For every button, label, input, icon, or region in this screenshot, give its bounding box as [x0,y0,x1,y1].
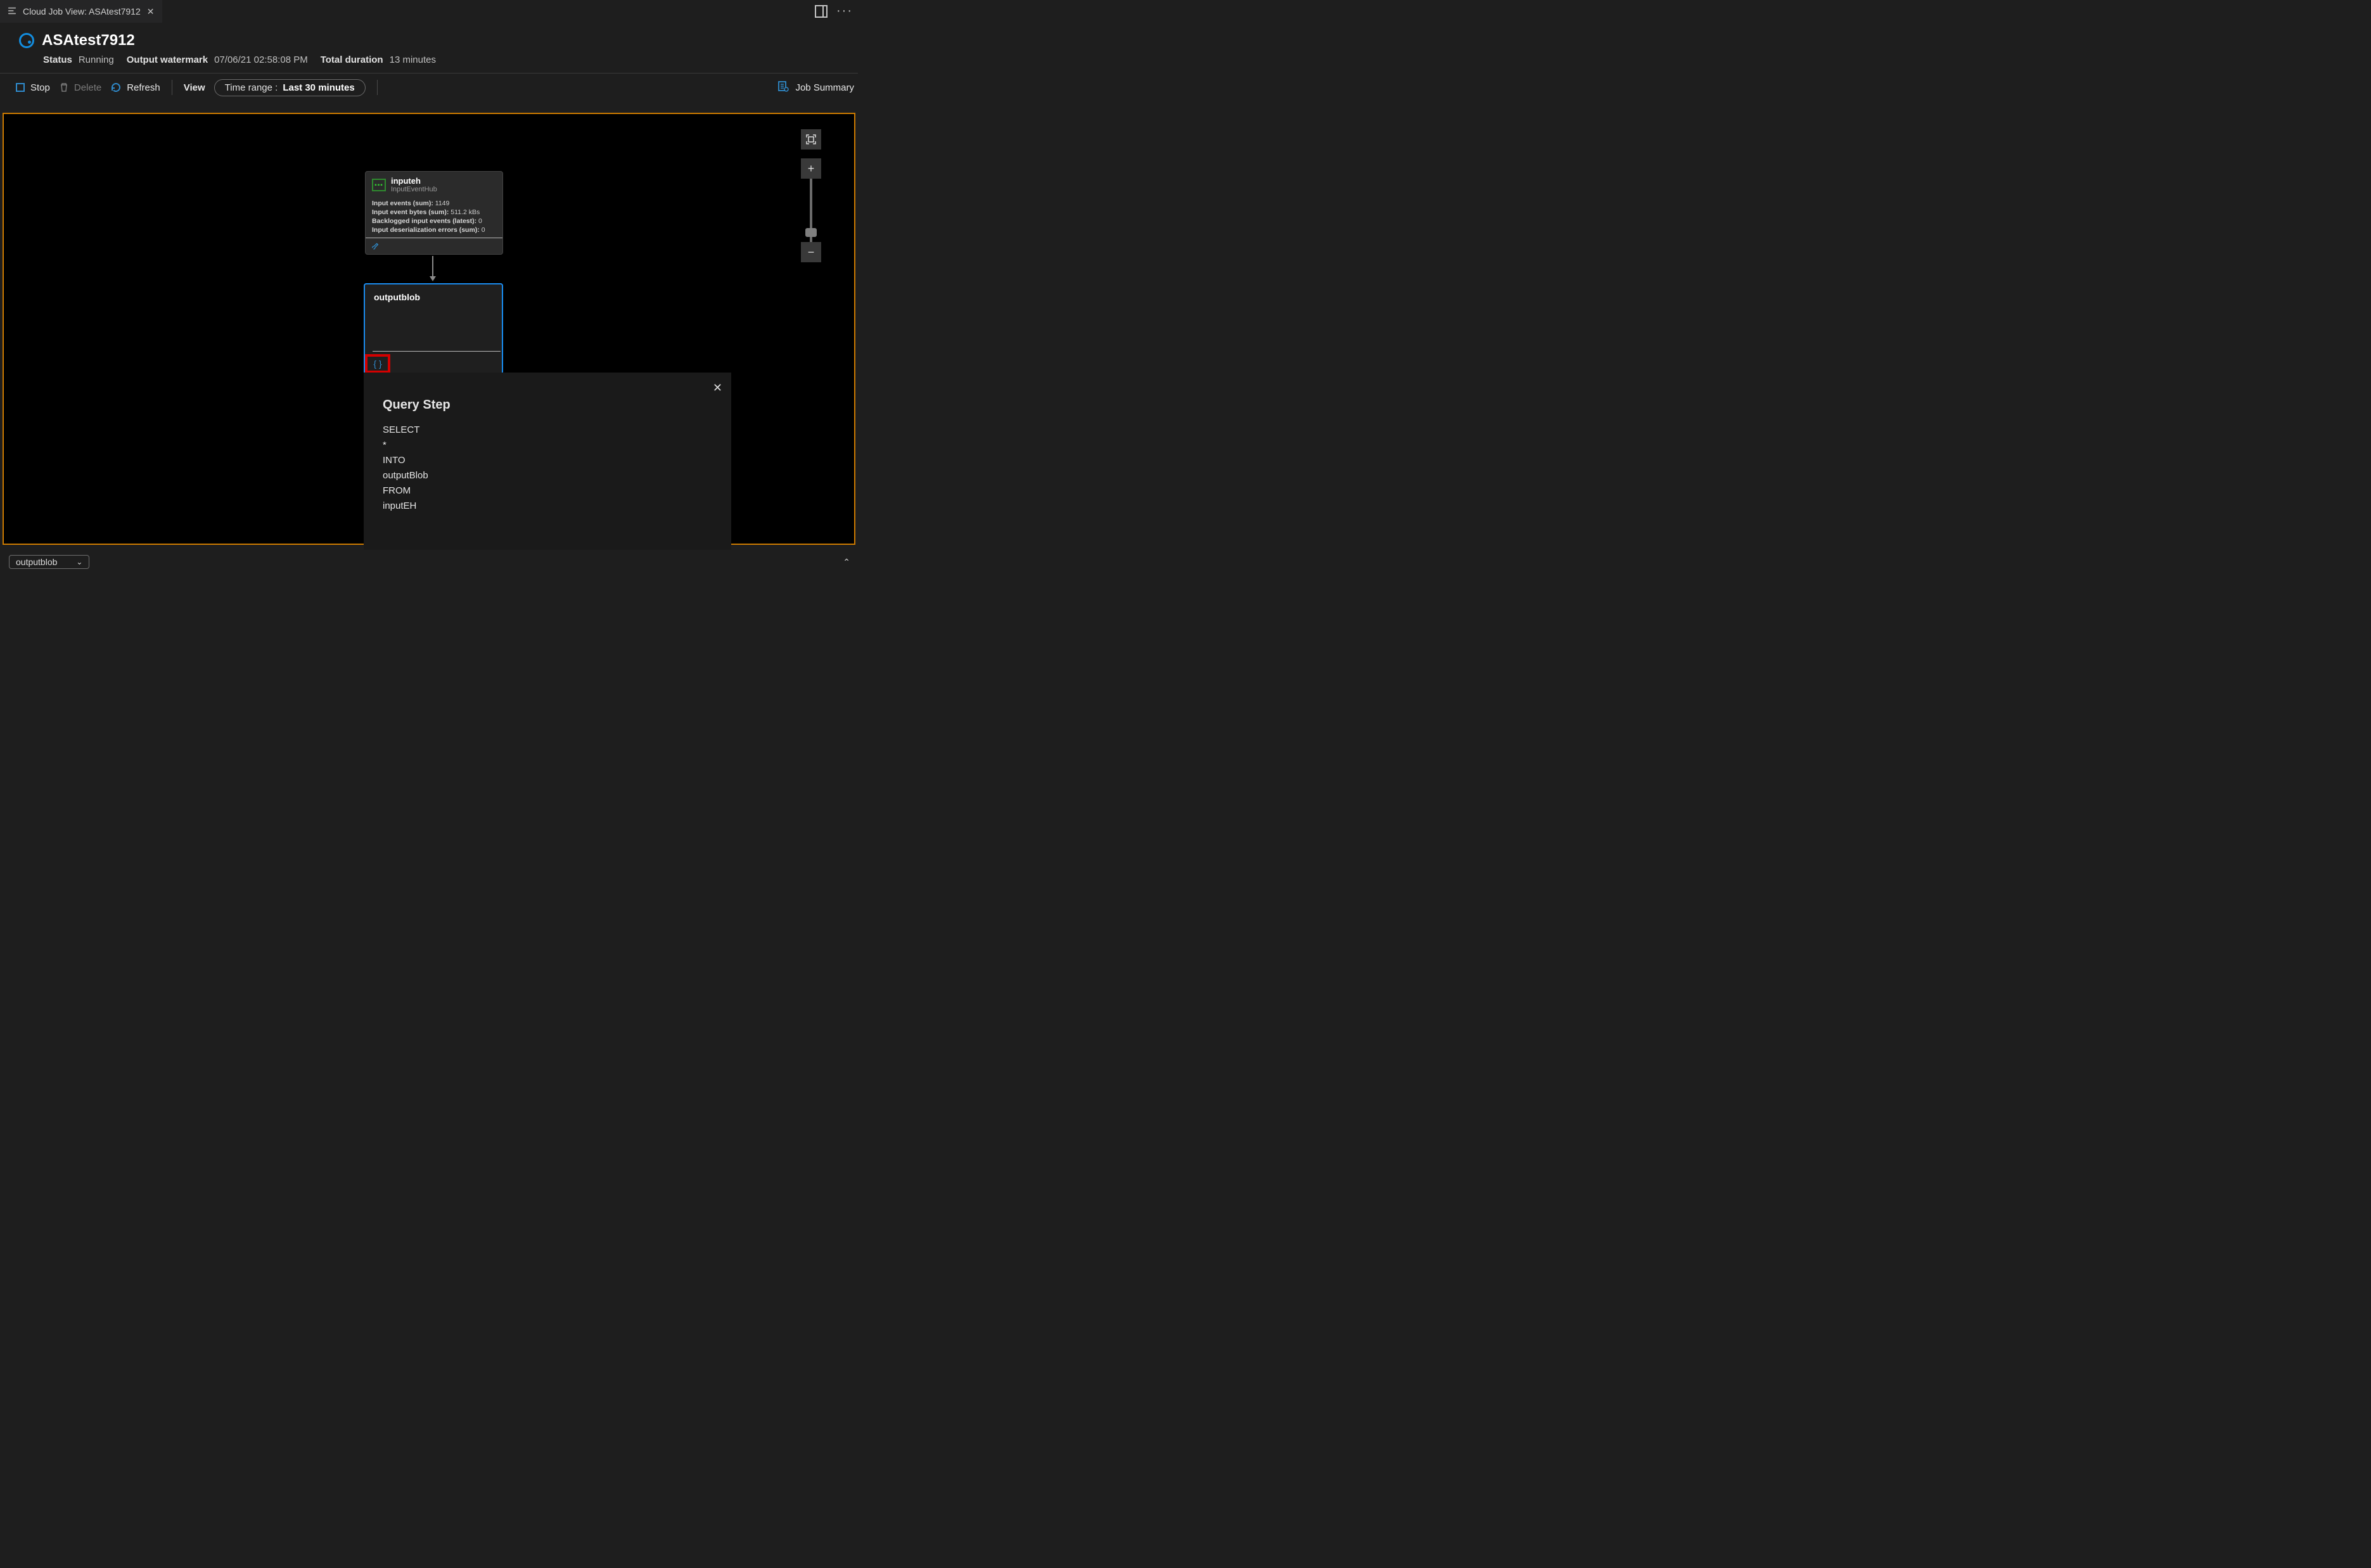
view-label: View [184,82,205,93]
metric-value: 1149 [435,200,450,207]
code-line: outputBlob [383,468,712,483]
job-header: ASAtest7912 Status Running Output waterm… [0,23,858,72]
watermark-label: Output watermark [127,54,208,65]
code-line: * [383,438,712,453]
code-line: FROM [383,483,712,499]
node-input-metrics: Input events (sum): 1149 Input event byt… [366,198,502,238]
code-line: inputEH [383,499,712,514]
node-output-name: outputblob [365,284,502,310]
query-script-button[interactable]: { } [365,354,390,373]
chevron-down-icon: ⌄ [76,558,82,566]
code-line: SELECT [383,423,712,438]
query-step-title: Query Step [364,373,731,423]
close-icon[interactable]: ✕ [147,6,155,17]
separator [377,80,378,95]
bottom-bar: outputblob ⌄ ⌃ [9,554,854,570]
chevron-up-icon[interactable]: ⌃ [843,557,854,568]
delete-label: Delete [74,82,101,93]
metric-label: Input events (sum): [372,200,433,207]
stop-button[interactable]: Stop [15,82,50,93]
watermark-value: 07/06/21 02:58:08 PM [214,54,308,65]
dropdown-value: outputblob [16,557,57,567]
tab-bar: Cloud Job View: ASAtest7912 ✕ [0,0,858,23]
status-label: Status [43,54,72,65]
view-button[interactable]: View [184,82,205,93]
close-icon[interactable]: ✕ [713,381,722,395]
duration-label: Total duration [321,54,383,65]
eventhub-icon: ▪▪▪ [372,179,386,191]
output-dropdown[interactable]: outputblob ⌄ [9,555,89,569]
time-range-label: Time range : [225,82,278,93]
query-step-popup: ✕ Query Step SELECT * INTO outputBlob FR… [364,373,731,550]
time-range-value: Last 30 minutes [283,82,354,93]
duration-value: 13 minutes [390,54,436,65]
status-value: Running [79,54,114,65]
metric-value: 0 [478,217,482,225]
job-logo-icon [19,33,34,48]
query-step-code: SELECT * INTO outputBlob FROM inputEH [364,423,731,514]
editor-tab[interactable]: Cloud Job View: ASAtest7912 ✕ [0,0,162,23]
job-summary-button[interactable]: Job Summary [795,82,854,93]
metric-value: 0 [482,226,485,234]
metric-label: Input deserialization errors (sum): [372,226,480,234]
zoom-in-button[interactable]: + [801,158,821,179]
diagram-canvas[interactable]: ▪▪▪ inputeh InputEventHub Input events (… [3,113,855,545]
zoom-fit-button[interactable] [801,129,821,150]
summary-icon [777,80,789,94]
delete-button: Delete [59,82,101,93]
refresh-icon [110,82,122,93]
node-divider [373,351,501,352]
node-input[interactable]: ▪▪▪ inputeh InputEventHub Input events (… [365,171,503,255]
metric-label: Backlogged input events (latest): [372,217,476,225]
stop-icon [15,82,25,92]
zoom-controls: + − [801,129,821,262]
metric-value: 511.2 kBs [451,208,480,216]
node-input-footer[interactable] [366,238,502,254]
braces-icon: { } [373,359,381,369]
node-output[interactable]: outputblob { } [364,283,503,374]
job-title: ASAtest7912 [42,32,135,49]
app-root: Cloud Job View: ASAtest7912 ✕ ··· ASAtes… [0,0,858,570]
zoom-thumb[interactable] [805,228,817,237]
tab-title: Cloud Job View: ASAtest7912 [23,6,141,16]
zoom-out-button[interactable]: − [801,242,821,262]
refresh-button[interactable]: Refresh [110,82,160,93]
toolbar: Stop Delete Refresh View Time range : La… [0,73,858,101]
trash-icon [59,82,69,92]
edge-arrow [432,256,433,280]
refresh-label: Refresh [127,82,160,93]
time-range-selector[interactable]: Time range : Last 30 minutes [214,79,366,96]
metric-label: Input event bytes (sum): [372,208,449,216]
code-line: INTO [383,453,712,468]
brush-icon [371,242,380,252]
node-input-name: inputeh [391,177,437,186]
stop-label: Stop [30,82,50,93]
tab-icon [8,6,16,17]
more-icon[interactable]: ··· [836,4,853,18]
zoom-slider[interactable] [810,179,812,242]
node-input-type: InputEventHub [391,186,437,193]
panel-toggle-icon[interactable] [815,5,828,18]
